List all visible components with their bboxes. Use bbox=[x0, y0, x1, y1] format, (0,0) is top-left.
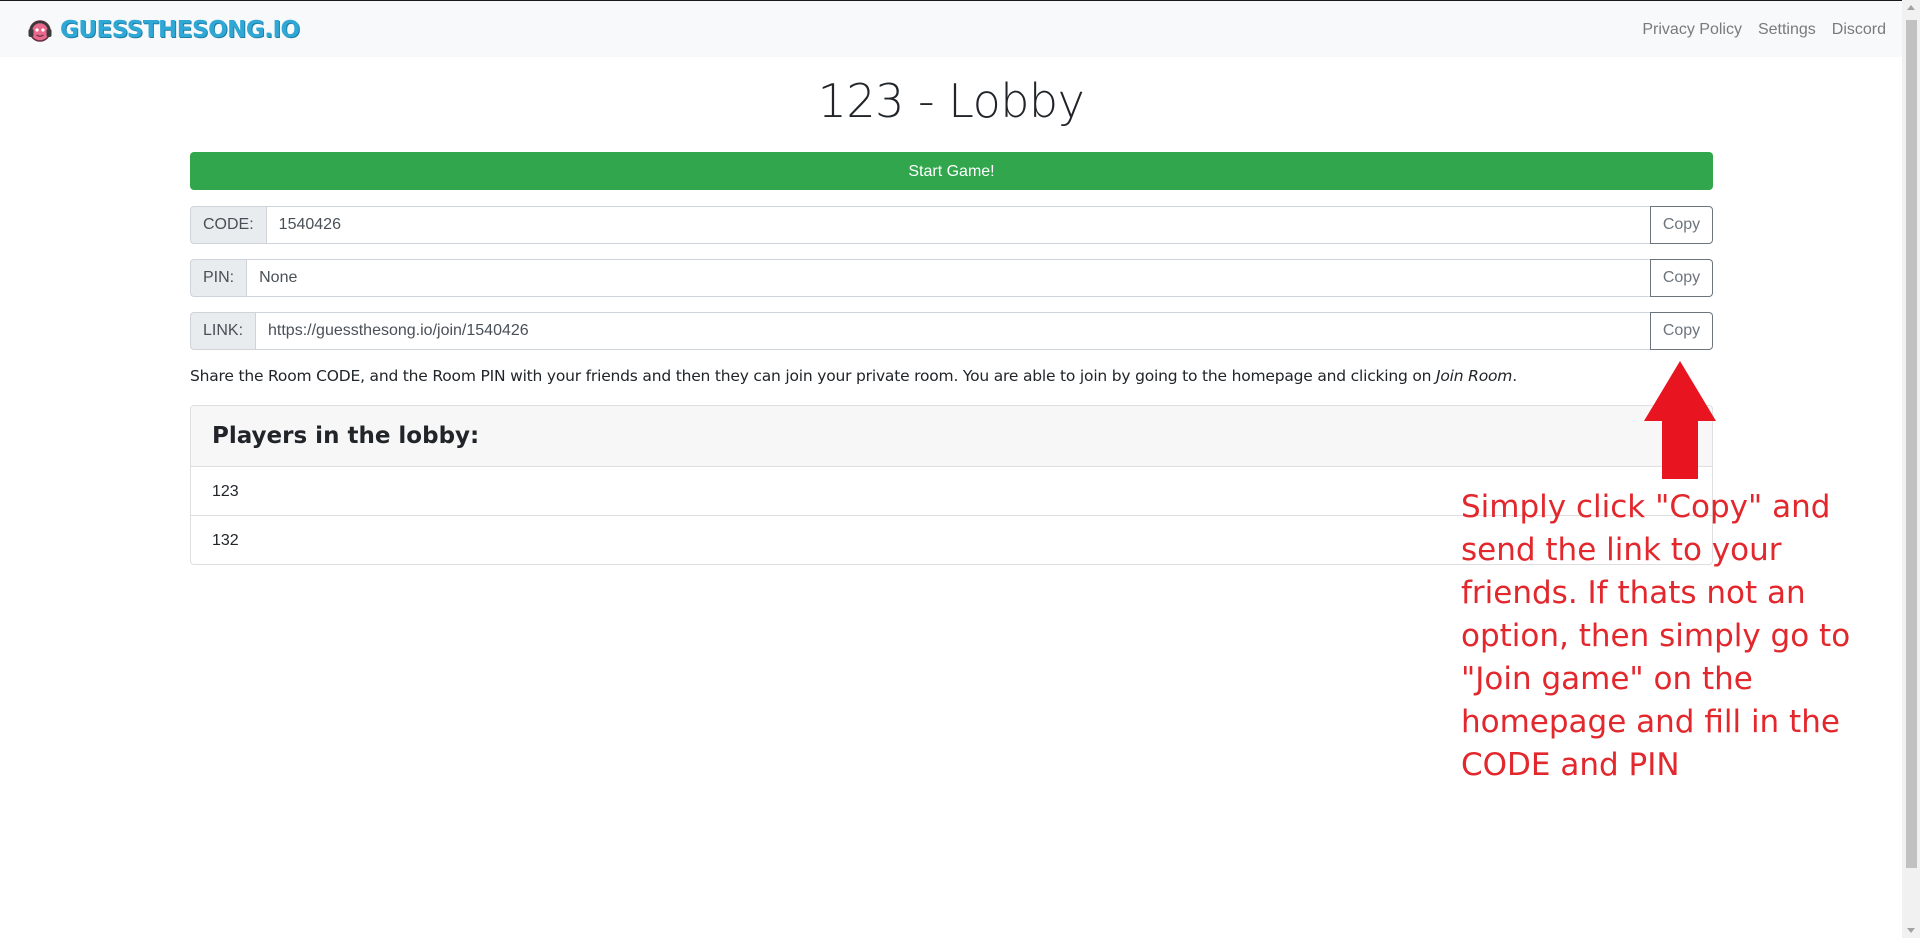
code-input-group: CODE: 1540426 Copy bbox=[190, 206, 1713, 244]
annotation-arrow-icon bbox=[1644, 361, 1716, 479]
copy-pin-button[interactable]: Copy bbox=[1650, 259, 1713, 297]
vertical-scrollbar[interactable] bbox=[1902, 0, 1920, 938]
share-text-part: , and the bbox=[360, 367, 433, 385]
nav-privacy-policy[interactable]: Privacy Policy bbox=[1642, 21, 1742, 39]
share-text-part: with your friends and then they can join… bbox=[505, 367, 1437, 385]
copy-link-button[interactable]: Copy bbox=[1650, 312, 1713, 350]
page-title: 123 - Lobby bbox=[817, 74, 1085, 128]
start-game-button[interactable]: Start Game! bbox=[190, 152, 1713, 190]
pin-field[interactable]: None bbox=[246, 259, 1651, 297]
scroll-up-icon[interactable] bbox=[1907, 5, 1915, 10]
share-instructions: Share the Room CODE, and the Room PIN wi… bbox=[190, 367, 1517, 385]
code-label: CODE: bbox=[190, 206, 266, 244]
link-label: LINK: bbox=[190, 312, 256, 350]
link-field[interactable]: https://guessthesong.io/join/1540426 bbox=[255, 312, 1651, 350]
code-field[interactable]: 1540426 bbox=[265, 206, 1651, 244]
brand-name: GUESSTHESONG.IO bbox=[60, 17, 300, 43]
pin-label: PIN: bbox=[190, 259, 247, 297]
share-text-part: Share the bbox=[190, 367, 269, 385]
players-header: Players in the lobby: bbox=[191, 406, 1712, 467]
nav-discord[interactable]: Discord bbox=[1832, 21, 1886, 39]
nav-links: Privacy Policy Settings Discord bbox=[1642, 21, 1886, 39]
nav-settings[interactable]: Settings bbox=[1758, 21, 1816, 39]
copy-code-button[interactable]: Copy bbox=[1650, 206, 1713, 244]
scrollbar-thumb[interactable] bbox=[1906, 20, 1917, 868]
join-room-emphasis: Join Room bbox=[1436, 367, 1513, 385]
scroll-down-icon[interactable] bbox=[1907, 928, 1915, 933]
annotation-text: Simply click "Copy" and send the link to… bbox=[1461, 489, 1851, 783]
room-code-emphasis: Room CODE bbox=[268, 367, 361, 385]
pin-input-group: PIN: None Copy bbox=[190, 259, 1713, 297]
share-text-part: . bbox=[1512, 367, 1517, 385]
brand[interactable]: GUESSTHESONG.IO bbox=[26, 15, 300, 45]
link-input-group: LINK: https://guessthesong.io/join/15404… bbox=[190, 312, 1713, 350]
room-pin-emphasis: Room PIN bbox=[432, 367, 506, 385]
headphones-logo-icon bbox=[28, 20, 52, 42]
navbar: GUESSTHESONG.IO Privacy Policy Settings … bbox=[0, 1, 1902, 57]
